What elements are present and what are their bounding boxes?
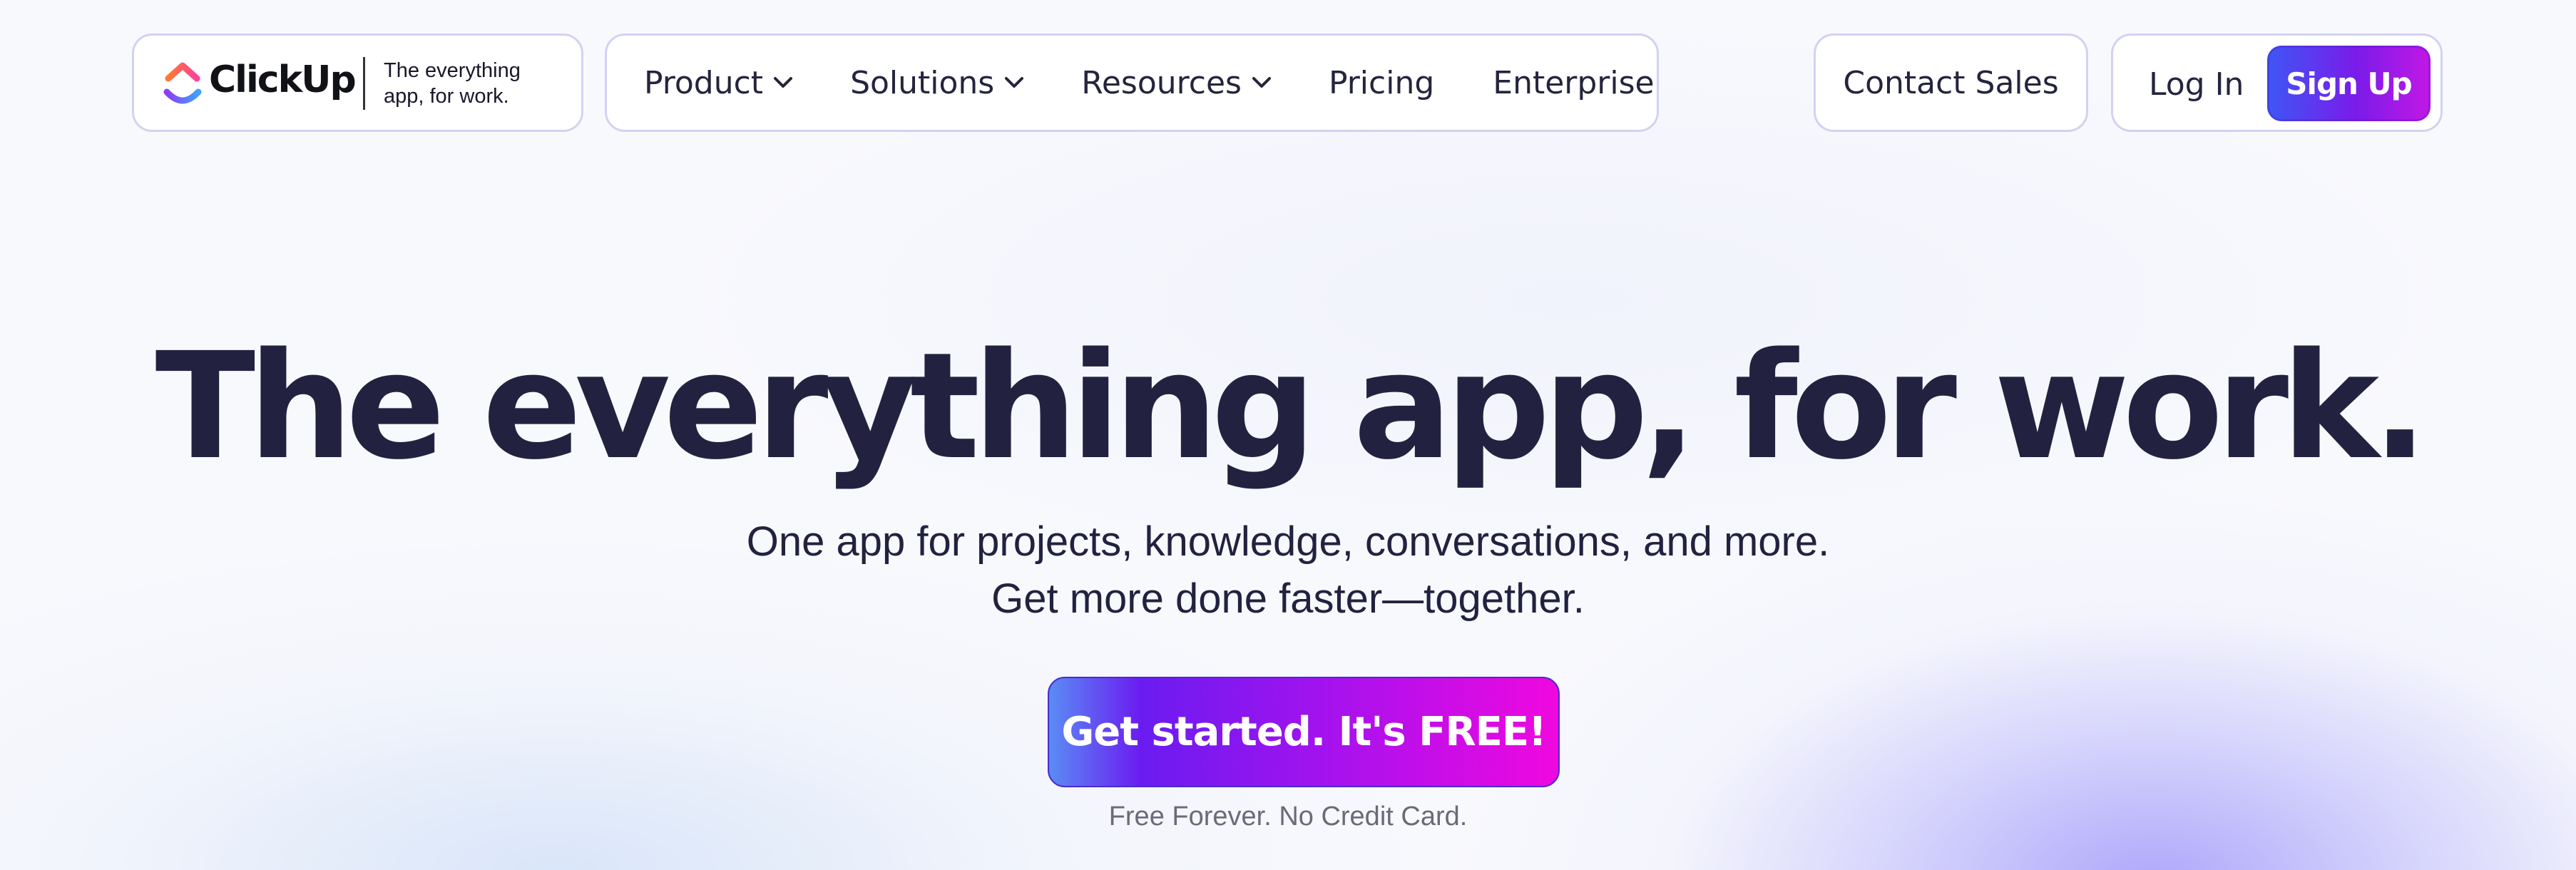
chevron-down-icon bbox=[774, 77, 793, 88]
logo-block[interactable]: ClickUp The everything app, for work. bbox=[132, 34, 583, 132]
auth-group: Log In Sign Up bbox=[2111, 34, 2443, 132]
brand-name: ClickUp bbox=[209, 58, 357, 101]
brand-tagline-line2: app, for work. bbox=[384, 85, 509, 108]
cta-note: Free Forever. No Credit Card. bbox=[1108, 802, 1468, 831]
nav-item-label: Pricing bbox=[1328, 64, 1435, 101]
get-started-button[interactable]: Get started. It's FREE! bbox=[1048, 677, 1560, 787]
chevron-down-icon bbox=[1005, 77, 1024, 88]
nav-item-label: Resources bbox=[1081, 64, 1242, 101]
nav-item-label: Solutions bbox=[850, 64, 995, 101]
brand-tagline: The everything app, for work. bbox=[384, 58, 569, 109]
logo-divider bbox=[363, 57, 365, 110]
nav-item-enterprise[interactable]: Enterprise bbox=[1493, 65, 1654, 101]
brand-tagline-line1: The everything bbox=[384, 59, 521, 82]
hero-subtitle-line1: One app for projects, knowledge, convers… bbox=[746, 518, 1830, 565]
hero-subtitle-line2: Get more done faster—together. bbox=[991, 575, 1585, 622]
hero-title: The everything app, for work. bbox=[155, 321, 2428, 492]
chevron-down-icon bbox=[1252, 77, 1271, 88]
nav-item-product[interactable]: Product bbox=[644, 65, 793, 101]
main-nav: Product Solutions Resources Pricing Ente… bbox=[605, 34, 1659, 132]
clickup-logo-icon bbox=[163, 62, 202, 104]
nav-item-resources[interactable]: Resources bbox=[1081, 65, 1272, 101]
nav-item-solutions[interactable]: Solutions bbox=[850, 65, 1024, 101]
hero-subtitle: One app for projects, knowledge, convers… bbox=[0, 513, 2576, 628]
login-button[interactable]: Log In bbox=[2149, 66, 2244, 103]
contact-sales-button[interactable]: Contact Sales bbox=[1814, 34, 2088, 132]
signup-button[interactable]: Sign Up bbox=[2267, 46, 2431, 121]
nav-item-label: Enterprise bbox=[1493, 64, 1655, 101]
nav-item-pricing[interactable]: Pricing bbox=[1329, 65, 1434, 101]
nav-item-label: Product bbox=[644, 64, 764, 101]
